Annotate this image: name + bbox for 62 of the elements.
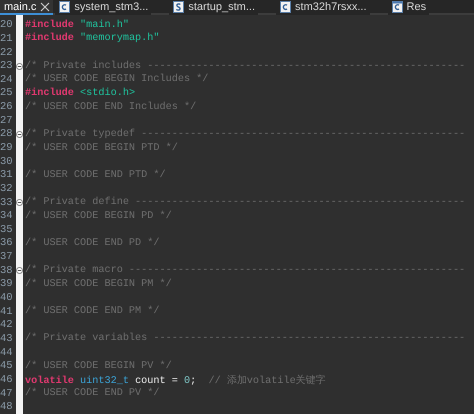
line-number: 23: [0, 60, 13, 72]
line-number: 31: [0, 169, 13, 182]
line-number: 42: [0, 319, 13, 332]
close-icon[interactable]: [40, 2, 50, 12]
code-line: /* USER CODE END PM */: [25, 306, 160, 318]
fold-icon[interactable]: [16, 199, 23, 206]
line-number: 30: [0, 156, 13, 168]
code-line: #include <stdio.h>: [25, 88, 136, 99]
line-number: 43: [0, 332, 13, 345]
code-line: /* USER CODE END PD */: [25, 238, 160, 249]
code-line: volatile uint32_t count = 0; // 添加volatile关键字: [25, 374, 326, 387]
code-line: /* USER CODE BEGIN PV */: [25, 360, 172, 372]
line-number: 20: [0, 19, 13, 32]
fold-icon[interactable]: [16, 62, 23, 70]
line-number: 47: [0, 388, 13, 400]
c-file-icon: [392, 0, 403, 13]
code-line: /* USER CODE BEGIN Includes */: [25, 74, 208, 86]
code-line: /* USER CODE BEGIN PD */: [25, 210, 172, 222]
editor-tab[interactable]: system_stm3...: [55, 0, 152, 16]
code-line: /* Private typedef -----------------------------------------------------: [25, 128, 466, 140]
line-number: 38: [0, 264, 13, 277]
code-line: #include "main.h": [25, 20, 129, 31]
line-number: 34: [0, 210, 13, 222]
line-number: 25: [0, 87, 13, 100]
line-number: 41: [0, 306, 13, 318]
editor-tab[interactable]: main.c: [0, 0, 54, 16]
line-number: 27: [0, 114, 13, 127]
line-number: 36: [0, 237, 13, 250]
line-number: 44: [0, 346, 13, 359]
code-line: /* USER CODE BEGIN PM */: [25, 278, 172, 290]
editor-tab[interactable]: Res: [388, 0, 430, 16]
line-number: 45: [0, 360, 13, 372]
line-number: 33: [0, 196, 13, 209]
line-number: 48: [0, 401, 13, 414]
line-number: 46: [0, 374, 13, 386]
code-line: /* USER CODE END PV */: [25, 388, 160, 400]
code-line: /* USER CODE END Includes */: [25, 102, 196, 113]
editor-tab[interactable]: stm32h7rsxx...: [276, 0, 370, 16]
c-file-icon: [280, 0, 292, 13]
line-number: 32: [0, 182, 13, 195]
line-number: 39: [0, 278, 13, 290]
code-line: /* Private macro -------------------------------------------------------: [25, 265, 466, 276]
line-number: 29: [0, 142, 13, 154]
line-number: 24: [0, 74, 13, 86]
code-line: /* Private define ------------------------------------------------------: [25, 197, 466, 208]
line-number: 26: [0, 101, 13, 114]
c-file-icon: [59, 0, 70, 13]
editor-tab[interactable]: startup_stm...: [169, 0, 258, 16]
code-line: /* USER CODE END PTD */: [25, 170, 166, 181]
fold-icon[interactable]: [16, 267, 23, 274]
line-number: 35: [0, 224, 13, 236]
code-line: /* USER CODE BEGIN PTD */: [25, 142, 178, 154]
code-line: /* Private variables ---------------------------------------------------: [25, 333, 466, 344]
code-line: #include "memorymap.h": [25, 33, 160, 44]
line-number: 40: [0, 292, 13, 304]
line-number: 22: [0, 46, 13, 59]
line-number: 37: [0, 251, 13, 264]
assembly-file-icon: [173, 0, 184, 13]
code-line: /* Private includes ----------------------------------------------------: [25, 60, 466, 72]
line-number: 28: [0, 128, 13, 140]
fold-icon[interactable]: [16, 130, 23, 138]
line-number: 21: [0, 32, 13, 45]
